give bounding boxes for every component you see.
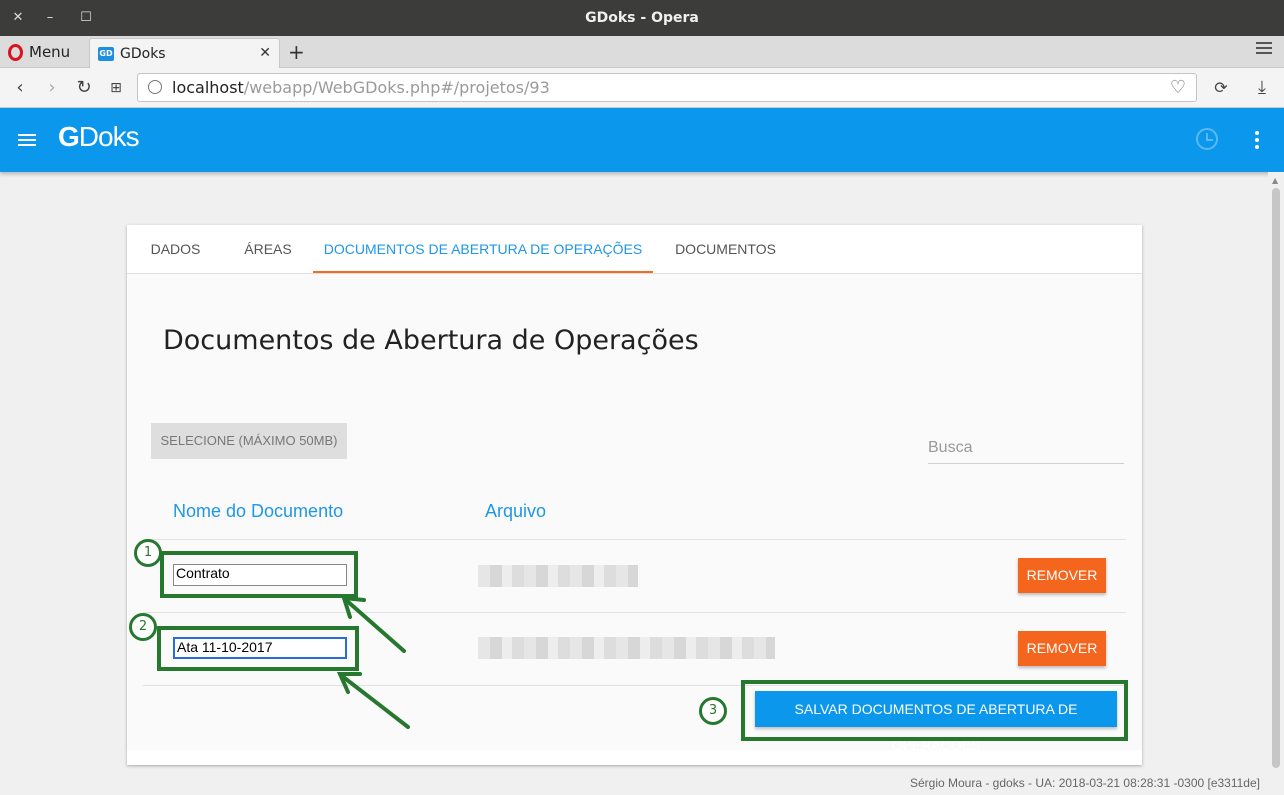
- more-options-icon[interactable]: [1255, 131, 1260, 152]
- gdoks-favicon-icon: GD: [98, 46, 114, 61]
- history-icon[interactable]: [1196, 128, 1218, 150]
- file-name-redacted: [478, 565, 638, 587]
- opera-logo-icon: [8, 43, 23, 61]
- file-name-redacted: [478, 637, 775, 659]
- app-toolbar: GDoks: [0, 108, 1284, 172]
- new-tab-icon[interactable]: +: [288, 40, 305, 64]
- project-tabs: DADOS ÁREAS DOCUMENTOS DE ABERTURA DE OP…: [127, 225, 1142, 274]
- window-titlebar: ✕ – ☐ GDoks - Opera: [0, 0, 1284, 36]
- tab-menu-icon[interactable]: [1256, 42, 1272, 57]
- url-path: /webapp/WebGDoks.php#/projetos/93: [243, 78, 550, 97]
- reload-icon[interactable]: ↻: [73, 77, 95, 99]
- annotation-box-2: [157, 626, 359, 671]
- browser-tab-title: GDoks: [120, 45, 166, 62]
- window-title: GDoks - Opera: [585, 10, 699, 26]
- annotation-box-1: [160, 551, 358, 598]
- globe-icon: [148, 80, 162, 94]
- scroll-up-icon[interactable]: ▲: [1272, 176, 1278, 185]
- browser-tab-gdoks[interactable]: GD GDoks ✕: [89, 38, 280, 68]
- tab-areas[interactable]: ÁREAS: [224, 225, 312, 273]
- back-icon[interactable]: ‹: [9, 77, 31, 99]
- table-divider: [143, 612, 1126, 613]
- bookmark-heart-icon[interactable]: ♡: [1170, 74, 1186, 101]
- select-file-button[interactable]: SELECIONE (MÁXIMO 50MB): [151, 423, 347, 459]
- url-host: localhost: [172, 78, 244, 97]
- forward-icon[interactable]: ›: [41, 77, 63, 99]
- tab-dados[interactable]: DADOS: [127, 225, 224, 273]
- browser-tabstrip: Menu GD GDoks ✕ +: [0, 36, 1284, 68]
- close-tab-icon[interactable]: ✕: [259, 45, 271, 61]
- gdoks-logo: GDoks: [58, 121, 140, 152]
- page-scrollbar[interactable]: ▲: [1268, 172, 1284, 795]
- scrollbar-thumb[interactable]: [1272, 188, 1280, 768]
- download-icon[interactable]: ⤓: [1251, 77, 1273, 99]
- browser-address-bar: ‹ › ↻ ⊞ localhost/webapp/WebGDoks.php#/p…: [0, 68, 1284, 108]
- column-header-file: Arquivo: [485, 501, 547, 521]
- column-header-name: Nome do Documento: [173, 501, 344, 521]
- search-input[interactable]: Busca: [928, 433, 1124, 464]
- tab-documentos[interactable]: DOCUMENTOS: [653, 225, 798, 273]
- remove-button[interactable]: REMOVER: [1018, 631, 1106, 666]
- footer-status: Sérgio Moura - gdoks - UA: 2018-03-21 08…: [909, 776, 1260, 790]
- opera-menu-label: Menu: [29, 43, 71, 61]
- annotation-number-2: 2: [129, 613, 157, 641]
- annotation-number-1: 1: [134, 539, 162, 567]
- page-title: Documentos de Abertura de Operações: [163, 325, 699, 356]
- vpn-sync-icon[interactable]: ⟳: [1210, 77, 1232, 99]
- remove-button[interactable]: REMOVER: [1018, 558, 1106, 593]
- url-field[interactable]: localhost/webapp/WebGDoks.php#/projetos/…: [137, 73, 1197, 102]
- annotation-number-3: 3: [699, 697, 727, 725]
- tab-documentos-abertura[interactable]: DOCUMENTOS DE ABERTURA DE OPERAÇÕES: [313, 225, 653, 273]
- hamburger-menu-icon[interactable]: [18, 134, 36, 149]
- annotation-box-3: [741, 680, 1128, 741]
- table-divider: [143, 539, 1126, 540]
- speed-dial-icon[interactable]: ⊞: [105, 77, 127, 99]
- opera-menu-button[interactable]: Menu: [8, 41, 70, 63]
